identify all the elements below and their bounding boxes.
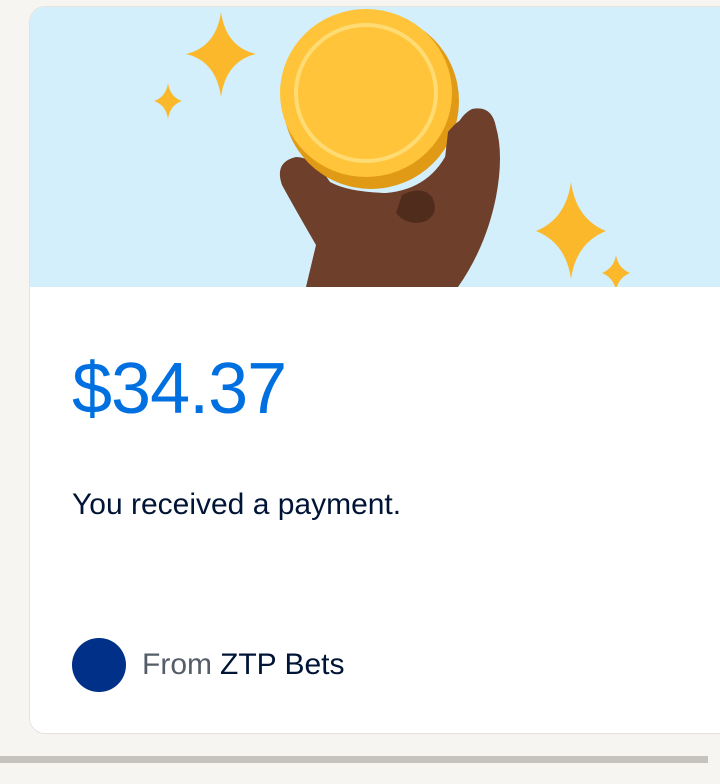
sender-avatar: [72, 638, 126, 692]
payment-amount: $34.37: [72, 349, 287, 429]
payment-card: $34.37 You received a payment. From ZTP …: [29, 6, 720, 734]
sparkle-icon: [536, 182, 606, 279]
payment-banner-illustration: [30, 7, 720, 287]
payment-message: You received a payment.: [72, 488, 402, 521]
sparkle-icon: [602, 255, 630, 287]
sparkle-icon: [186, 12, 256, 97]
bottom-scroll-indicator: [0, 756, 708, 763]
sparkle-icon: [154, 83, 182, 119]
from-label: From: [142, 648, 212, 681]
hand-holding-coin-illustration: [154, 9, 630, 287]
sender-name: ZTP Bets: [220, 648, 345, 681]
sender-row: From ZTP Bets: [72, 637, 344, 693]
